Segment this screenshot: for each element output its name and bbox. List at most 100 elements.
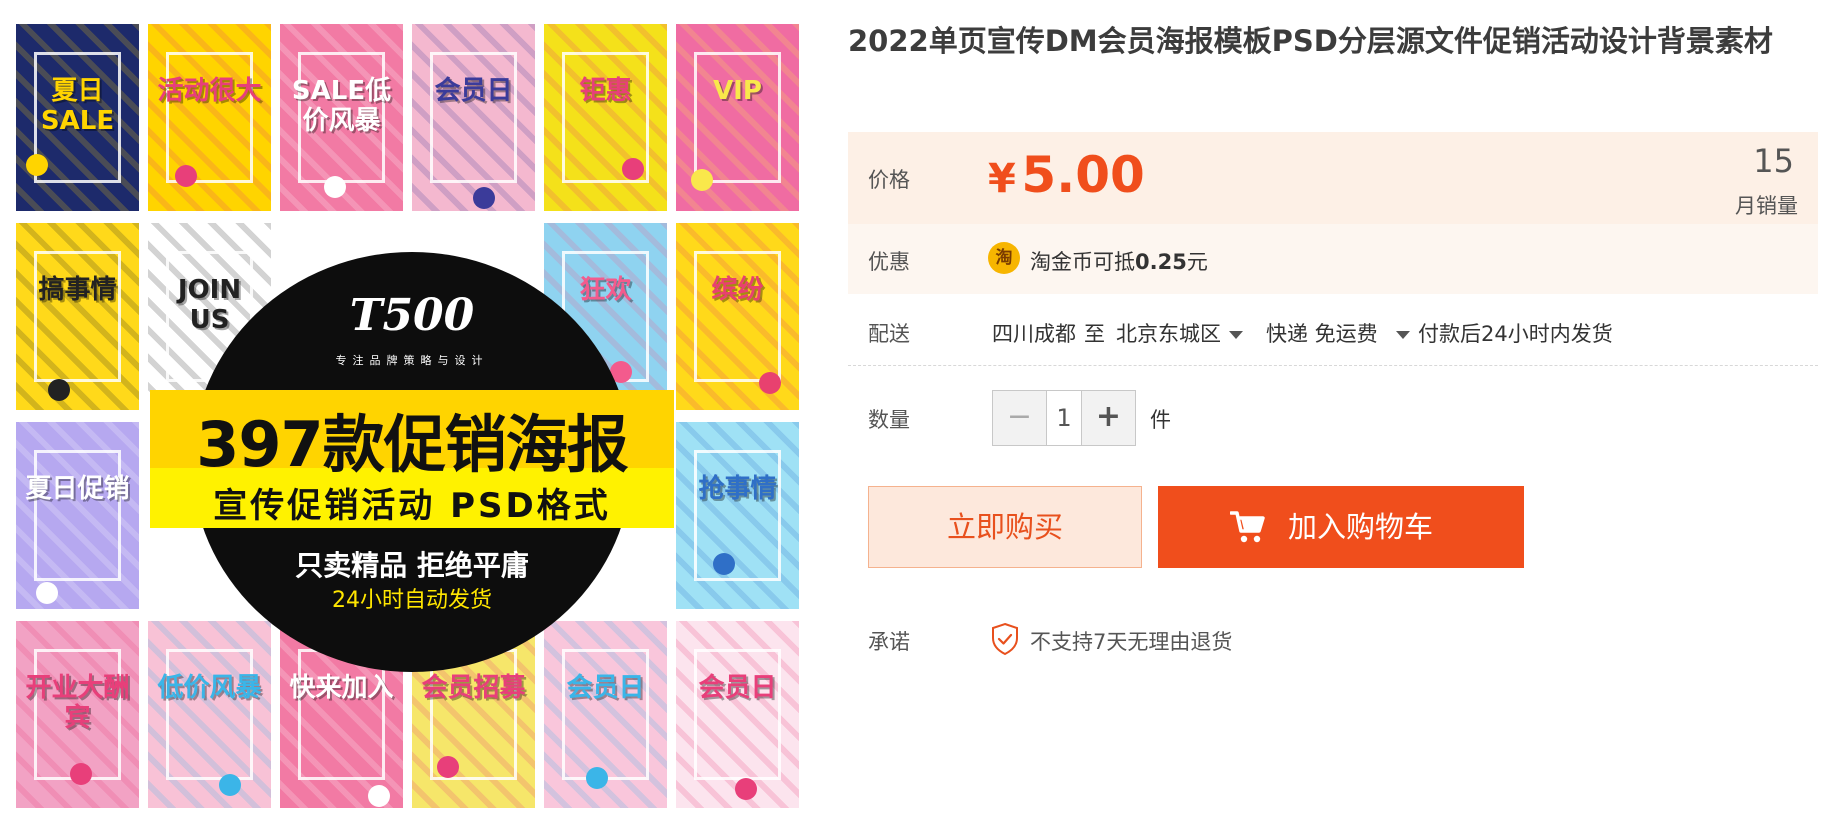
- discount-prefix: 淘金币可抵: [1030, 250, 1135, 274]
- shipping-label: 配送: [868, 322, 910, 346]
- poster-decoration: [324, 176, 346, 198]
- poster-frame: [166, 52, 253, 183]
- poster-decoration: [70, 763, 92, 785]
- brand-logo: T500: [349, 290, 475, 341]
- promise-text: 不支持7天无理由退货: [1030, 630, 1233, 654]
- dispatch-time: 付款后24小时内发货: [1418, 322, 1613, 346]
- poster-decoration: [219, 774, 241, 796]
- add-to-cart-button[interactable]: 加入购物车: [1158, 486, 1524, 568]
- promo-line-2: 24小时自动发货: [332, 588, 492, 613]
- ship-to-word: 至: [1084, 322, 1105, 346]
- ship-to-value: 北京东城区: [1116, 322, 1221, 346]
- product-main-image[interactable]: 夏日SALE 活动很大 SALE低价风暴 会员日 钜惠 VIP 搞事情 JOIN US 狂欢 缤纷…: [14, 22, 810, 818]
- poster-title: 快来加入: [289, 673, 394, 703]
- poster-thumbnail: 夏日促销: [14, 420, 141, 611]
- currency-symbol: ¥: [988, 156, 1016, 202]
- discount-label: 优惠: [868, 250, 910, 274]
- ship-method-selector[interactable]: 快递 免运费: [1266, 318, 1410, 348]
- shipping-row: 配送 四川成都 至 北京东城区 快递 免运费 付款后24小时内发货: [848, 294, 1818, 366]
- poster-thumbnail: 缤纷: [674, 221, 801, 412]
- promo-subheadline: 宣传促销活动 PSD格式: [213, 486, 611, 526]
- poster-decoration: [691, 169, 713, 191]
- poster-frame: [430, 52, 517, 183]
- quantity-input[interactable]: 1: [1047, 391, 1081, 445]
- poster-frame: [34, 450, 121, 581]
- monthly-sales-count: 15: [1753, 142, 1794, 180]
- poster-frame: [694, 251, 781, 382]
- ship-method-value: 快递 免运费: [1266, 322, 1378, 346]
- poster-title: 钜惠: [579, 76, 632, 106]
- poster-thumbnail: VIP: [674, 22, 801, 213]
- poster-frame: [694, 450, 781, 581]
- quantity-unit: 件: [1150, 408, 1171, 432]
- monthly-sales-label: 月销量: [1735, 194, 1798, 218]
- ship-from: 四川成都: [992, 322, 1076, 346]
- poster-title: 会员日: [698, 673, 777, 703]
- poster-thumbnail: SALE低价风暴: [278, 22, 405, 213]
- discount-row: 优惠 淘 淘金币可抵0.25元: [848, 224, 1818, 294]
- poster-title: 缤纷: [711, 275, 764, 305]
- poster-thumbnail: 夏日SALE: [14, 22, 141, 213]
- chevron-down-icon: [1229, 331, 1243, 339]
- price-value: ¥ 5.00: [988, 146, 1145, 204]
- poster-thumbnail: 会员日: [674, 619, 801, 810]
- promo-headline: 397款促销海报: [196, 408, 628, 481]
- promise-row: 承诺 不支持7天无理由退货: [848, 620, 1818, 660]
- buy-now-button[interactable]: 立即购买: [868, 486, 1142, 568]
- promise-label: 承诺: [868, 630, 910, 654]
- shopping-cart-icon: [1230, 511, 1265, 543]
- product-title: 2022单页宣传DM会员海报模板PSD分层源文件促销活动设计背景素材: [848, 24, 1773, 58]
- price-label: 价格: [868, 168, 910, 192]
- poster-title: 低价风暴: [157, 673, 262, 703]
- poster-title: 开业大酬宾: [25, 673, 130, 733]
- poster-thumbnail: 活动很大: [146, 22, 273, 213]
- discount-amount: 0.25: [1135, 250, 1187, 274]
- poster-title: 会员日: [434, 76, 513, 106]
- chevron-down-icon: [1395, 331, 1410, 339]
- poster-decoration: [48, 379, 70, 401]
- discount-text: 淘金币可抵0.25元: [1030, 246, 1208, 276]
- poster-frame: [694, 52, 781, 183]
- poster-decoration: [713, 553, 735, 575]
- ship-to-selector[interactable]: 北京东城区: [1116, 318, 1243, 348]
- add-to-cart-label: 加入购物车: [1288, 510, 1434, 544]
- poster-thumbnail: 开业大酬宾: [14, 619, 141, 810]
- poster-decoration: [437, 756, 459, 778]
- poster-title: 搞事情: [38, 275, 117, 305]
- poster-title: SALE低价风暴: [291, 76, 392, 136]
- poster-decoration: [36, 582, 58, 604]
- shield-check-icon: [992, 622, 1018, 656]
- poster-decoration: [622, 158, 644, 180]
- increase-quantity-button[interactable]: +: [1081, 391, 1135, 445]
- poster-title: 会员招募: [421, 673, 526, 703]
- poster-decoration: [473, 187, 495, 209]
- poster-title: 会员日: [566, 673, 645, 703]
- poster-thumbnail: 会员日: [410, 22, 537, 213]
- quantity-row: 数量 − 1 + 件: [848, 390, 1818, 450]
- poster-title: 活动很大: [157, 76, 262, 106]
- price-amount: 5.00: [1021, 146, 1145, 204]
- poster-decoration: [759, 372, 781, 394]
- promo-badge: T500 专注品牌策略与设计 397款促销海报 宣传促销活动 PSD格式 只卖精…: [150, 252, 674, 672]
- poster-decoration: [175, 165, 197, 187]
- poster-title: 抢事情: [698, 474, 777, 504]
- poster-decoration: [26, 154, 48, 176]
- poster-decoration: [735, 778, 757, 800]
- quantity-label: 数量: [868, 408, 910, 432]
- promo-line-1: 只卖精品 拒绝平庸: [295, 549, 529, 582]
- poster-thumbnail: 搞事情: [14, 221, 141, 412]
- poster-thumbnail: 钜惠: [542, 22, 669, 213]
- poster-decoration: [586, 767, 608, 789]
- discount-unit: 元: [1186, 250, 1208, 274]
- price-box: 价格 ¥ 5.00 15 月销量: [848, 132, 1818, 224]
- poster-thumbnail: 抢事情: [674, 420, 801, 611]
- quantity-stepper: − 1 +: [992, 390, 1136, 446]
- brand-tagline: 专注品牌策略与设计: [335, 354, 489, 367]
- poster-frame: [694, 649, 781, 780]
- poster-title: 夏日促销: [25, 474, 130, 504]
- decrease-quantity-button[interactable]: −: [993, 391, 1047, 445]
- poster-title: VIP: [713, 76, 762, 106]
- poster-frame: [34, 251, 121, 382]
- poster-title: 夏日SALE: [40, 76, 115, 136]
- taobao-coin-icon: 淘: [988, 242, 1020, 274]
